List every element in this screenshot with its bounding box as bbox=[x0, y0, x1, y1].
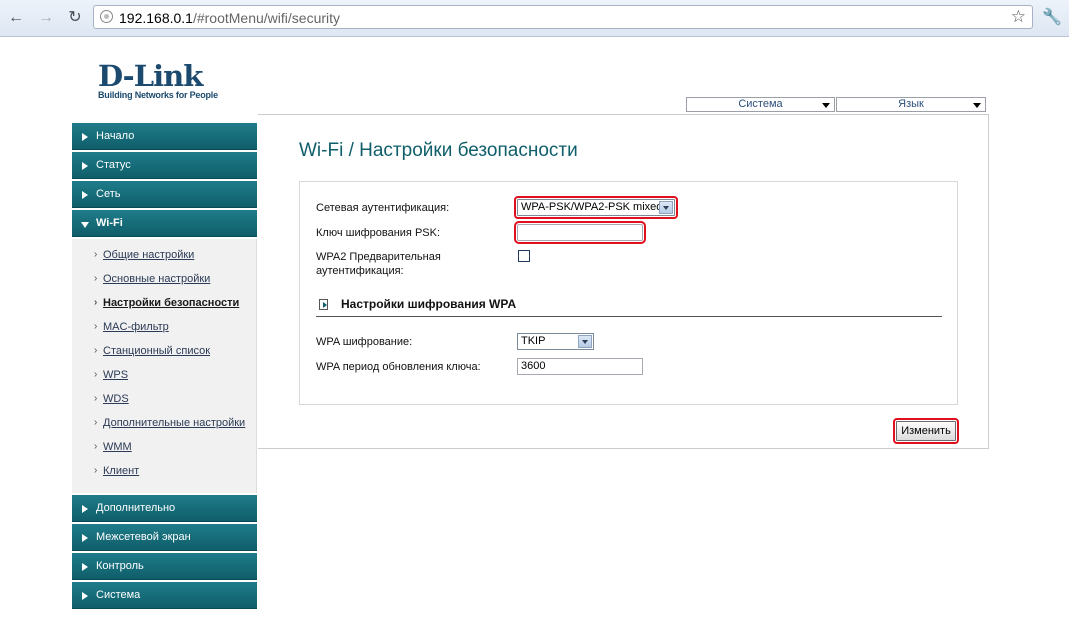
reload-icon[interactable]: ↻ bbox=[64, 7, 86, 29]
sidebar-menu: Начало Статус Сеть Wi-Fi Общие настройки… bbox=[72, 123, 257, 611]
section-divider bbox=[316, 316, 942, 317]
section-page-icon bbox=[319, 299, 328, 310]
sidebar-item-label: Wi-Fi bbox=[96, 217, 123, 229]
wpa-encryption-select[interactable]: TKIP bbox=[517, 333, 594, 350]
url-path: /#rootMenu/wifi/security bbox=[192, 10, 341, 26]
logo-brand: D-Link bbox=[98, 59, 203, 93]
submenu-wds[interactable]: WDS bbox=[72, 387, 256, 411]
submenu-wmm[interactable]: WMM bbox=[72, 435, 256, 459]
triangle-right-icon bbox=[82, 133, 88, 141]
submenu-label: WDS bbox=[103, 393, 129, 405]
sidebar-item-control[interactable]: Контроль bbox=[72, 553, 257, 580]
auth-label: Сетевая аутентификация: bbox=[316, 202, 450, 214]
triangle-right-icon bbox=[82, 563, 88, 571]
submenu-client[interactable]: Клиент bbox=[72, 459, 256, 483]
sidebar-item-label: Сеть bbox=[96, 188, 121, 200]
submenu-label: Клиент bbox=[103, 465, 140, 477]
sidebar-item-advanced[interactable]: Дополнительно bbox=[72, 495, 257, 522]
browser-toolbar: ← → ↻ 192.168.0.1/#rootMenu/wifi/securit… bbox=[0, 0, 1069, 37]
submenu-label: Общие настройки bbox=[103, 249, 195, 261]
submenu-label: Станционный список bbox=[103, 345, 211, 357]
sidebar-item-wifi[interactable]: Wi-Fi bbox=[72, 210, 257, 237]
sidebar-item-status[interactable]: Статус bbox=[72, 152, 257, 179]
url-host: 192.168.0.1 bbox=[119, 10, 193, 26]
chevron-down-icon bbox=[659, 201, 673, 214]
rekey-label: WPA период обновления ключа: bbox=[316, 361, 481, 373]
submenu-mac-filter[interactable]: MAC-фильтр bbox=[72, 315, 256, 339]
logo-tagline: Building Networks for People bbox=[98, 90, 218, 100]
forward-icon[interactable]: → bbox=[35, 7, 57, 29]
page-title: Wi-Fi / Настройки безопасности bbox=[299, 140, 578, 161]
submenu-label: Настройки безопасности bbox=[103, 297, 240, 309]
submenu-label: Основные настройки bbox=[103, 273, 211, 285]
triangle-right-icon bbox=[82, 592, 88, 600]
preauth-label-line2: аутентификация: bbox=[316, 265, 404, 277]
url-text[interactable]: 192.168.0.1/#rootMenu/wifi/security bbox=[119, 10, 340, 26]
submenu-label: WMM bbox=[103, 441, 132, 453]
sidebar-item-label: Статус bbox=[96, 159, 131, 171]
preauth-checkbox[interactable] bbox=[518, 250, 530, 262]
submenu-label: WPS bbox=[103, 369, 129, 381]
submenu-general-settings[interactable]: Общие настройки bbox=[72, 243, 256, 267]
submenu-advanced-settings[interactable]: Дополнительные настройки bbox=[72, 411, 256, 435]
wpa-encryption-value: TKIP bbox=[521, 335, 546, 347]
back-icon[interactable]: ← bbox=[5, 7, 27, 29]
wpa-encryption-label: WPA шифрование: bbox=[316, 336, 413, 348]
submenu-label: Дополнительные настройки bbox=[103, 417, 246, 429]
page-info-icon[interactable] bbox=[100, 10, 113, 23]
submenu-wps[interactable]: WPS bbox=[72, 363, 256, 387]
triangle-down-icon bbox=[81, 222, 89, 228]
triangle-right-icon bbox=[82, 534, 88, 542]
system-menu-label: Система bbox=[738, 98, 783, 110]
sidebar-item-label: Межсетевой экран bbox=[96, 531, 191, 543]
psk-label: Ключ шифрования PSK: bbox=[316, 227, 441, 239]
submenu-basic-settings[interactable]: Основные настройки bbox=[72, 267, 256, 291]
language-menu-select[interactable]: Язык bbox=[836, 97, 986, 112]
rekey-input[interactable]: 3600 bbox=[517, 358, 643, 375]
system-menu-select[interactable]: Система bbox=[686, 97, 835, 112]
dlink-logo: D-Link Building Networks for People bbox=[98, 62, 218, 101]
wpa-section-title: Настройки шифрования WPA bbox=[341, 297, 517, 311]
submit-button[interactable]: Изменить bbox=[893, 418, 959, 444]
sidebar-item-label: Система bbox=[96, 589, 141, 601]
sidebar-item-firewall[interactable]: Межсетевой экран bbox=[72, 524, 257, 551]
sidebar-item-label: Начало bbox=[96, 130, 135, 142]
preauth-label-line1: WPA2 Предварительная bbox=[316, 251, 441, 263]
sidebar-item-start[interactable]: Начало bbox=[72, 123, 257, 150]
wrench-icon[interactable]: 🔧 bbox=[1042, 7, 1062, 27]
language-menu-label: Язык bbox=[898, 98, 924, 110]
star-icon[interactable]: ☆ bbox=[1011, 7, 1026, 27]
submenu-station-list[interactable]: Станционный список bbox=[72, 339, 256, 363]
auth-select[interactable]: WPA-PSK/WPA2-PSK mixed bbox=[514, 196, 678, 219]
wifi-submenu: Общие настройки Основные настройки Настр… bbox=[72, 239, 257, 493]
sidebar-item-label: Дополнительно bbox=[96, 502, 176, 514]
chevron-down-icon bbox=[578, 335, 592, 348]
sidebar-item-network[interactable]: Сеть bbox=[72, 181, 257, 208]
sidebar-item-system[interactable]: Система bbox=[72, 582, 257, 609]
triangle-right-icon bbox=[82, 162, 88, 170]
submenu-security-settings[interactable]: Настройки безопасности bbox=[72, 291, 256, 315]
auth-select-value: WPA-PSK/WPA2-PSK mixed bbox=[521, 201, 663, 213]
chevron-down-icon bbox=[973, 103, 981, 108]
sidebar-item-label: Контроль bbox=[96, 560, 144, 572]
submenu-label: MAC-фильтр bbox=[103, 321, 169, 333]
chevron-down-icon bbox=[822, 103, 830, 108]
psk-input[interactable] bbox=[514, 221, 646, 244]
triangle-right-icon bbox=[82, 505, 88, 513]
address-bar[interactable]: 192.168.0.1/#rootMenu/wifi/security ☆ bbox=[93, 5, 1033, 29]
triangle-right-icon bbox=[82, 191, 88, 199]
